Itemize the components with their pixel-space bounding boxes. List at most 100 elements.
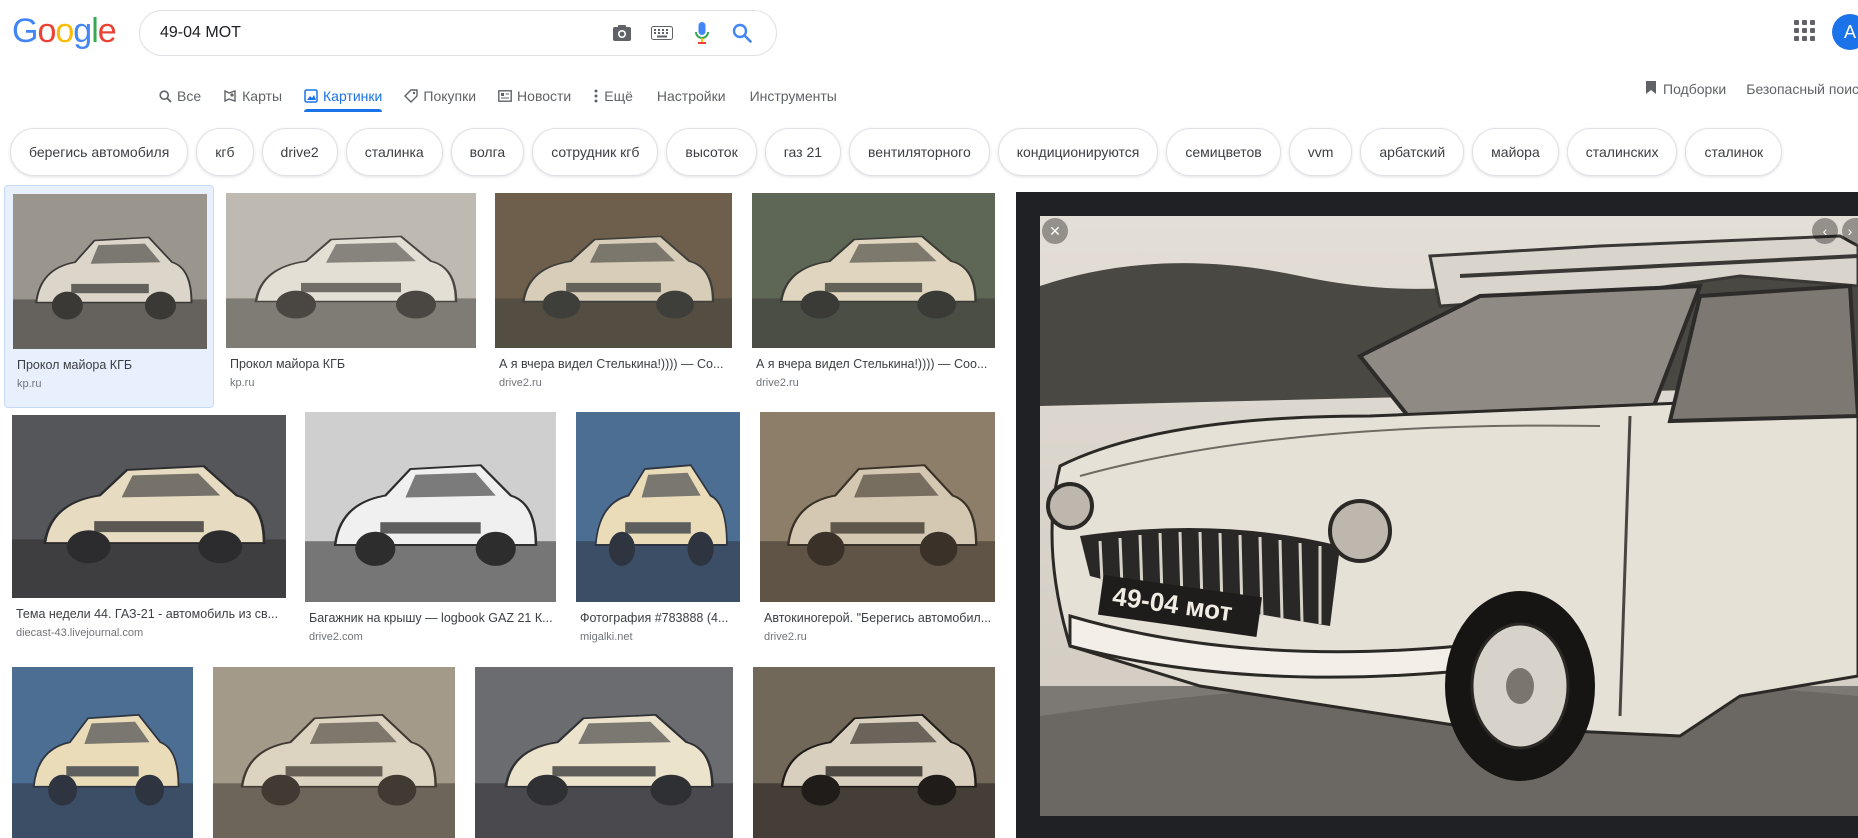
search-icon	[158, 89, 172, 103]
image-result[interactable]: Тема недели 44. ГАЗ-21 - автомобиль из с…	[12, 415, 286, 650]
related-chip[interactable]: drive2	[261, 128, 338, 176]
result-thumbnail[interactable]	[305, 412, 556, 602]
image-result[interactable]: Багажник на крышу — logbook GAZ 21 К... d…	[305, 412, 556, 654]
related-chip[interactable]: вентиляторного	[849, 128, 990, 176]
result-thumbnail[interactable]	[13, 194, 207, 349]
logo-letter: e	[97, 11, 117, 50]
image-result[interactable]: Прокол майора КГБ kp.ru	[226, 193, 476, 400]
result-source[interactable]: migalki.net	[580, 631, 633, 643]
safe-search-label: Безопасный поиск	[1746, 81, 1858, 97]
related-chip[interactable]: кгб	[196, 128, 254, 176]
search-box	[139, 10, 777, 56]
logo-letter: o	[55, 11, 74, 50]
tab-news[interactable]: Новости	[498, 74, 571, 112]
result-thumbnail[interactable]	[12, 667, 193, 838]
result-thumbnail[interactable]	[213, 667, 455, 838]
image-result[interactable]	[12, 667, 193, 838]
result-title[interactable]: Прокол майора КГБ	[230, 357, 474, 371]
tools-label: Инструменты	[749, 88, 837, 104]
keyboard-icon[interactable]	[642, 13, 682, 53]
related-chip[interactable]: сталинка	[345, 128, 443, 176]
avatar-initial: A	[1843, 21, 1856, 42]
related-chip[interactable]: высоток	[666, 128, 757, 176]
close-icon[interactable]: ✕	[1042, 218, 1068, 244]
image-result[interactable]	[753, 667, 995, 838]
microphone-icon[interactable]	[682, 13, 722, 53]
result-source[interactable]: drive2.ru	[499, 377, 542, 389]
result-thumbnail[interactable]	[760, 412, 995, 602]
result-source[interactable]: diecast-43.livejournal.com	[16, 627, 143, 639]
result-title[interactable]: Фотография #783888 (4...	[580, 611, 738, 625]
related-chips: берегись автомобиля кгб drive2 сталинка волг…	[10, 128, 1783, 176]
settings-label: Настройки	[656, 88, 726, 104]
related-chip[interactable]: газ 21	[764, 128, 842, 176]
tab-label: Ещё	[604, 88, 633, 104]
image-result[interactable]: Прокол майора КГБ kp.ru	[4, 185, 214, 408]
result-title[interactable]: Тема недели 44. ГАЗ-21 - автомобиль из с…	[16, 607, 284, 621]
google-logo[interactable]: Google	[12, 11, 117, 50]
related-chip[interactable]: сталинок	[1685, 128, 1783, 176]
result-thumbnail[interactable]	[753, 667, 995, 838]
settings-link[interactable]: Настройки	[657, 74, 726, 112]
related-chip[interactable]: сотрудник кгб	[532, 128, 659, 176]
tab-label: Картинки	[323, 88, 383, 104]
result-source[interactable]: kp.ru	[230, 377, 254, 389]
result-thumbnail[interactable]	[12, 415, 286, 598]
result-source[interactable]: drive2.com	[309, 631, 363, 643]
tab-label: Новости	[517, 88, 572, 104]
search-submit-icon[interactable]	[722, 13, 762, 53]
image-result[interactable]: А я вчера видел Стелькина!)))) — Соо... d…	[752, 193, 995, 400]
tab-label: Карты	[242, 88, 283, 104]
collections-label: Подборки	[1663, 81, 1727, 97]
logo-letter: g	[73, 11, 92, 50]
result-thumbnail[interactable]	[226, 193, 476, 348]
related-chip[interactable]: майора	[1472, 128, 1559, 176]
related-chip[interactable]: арбатский	[1360, 128, 1465, 176]
preview-image[interactable]: 49-04 мот	[1040, 216, 1858, 816]
result-source[interactable]: kp.ru	[17, 378, 41, 390]
tab-maps[interactable]: Карты	[223, 74, 282, 112]
apps-grid-icon[interactable]	[1792, 18, 1816, 42]
tag-icon	[404, 89, 419, 103]
related-chip[interactable]: кондиционируются	[997, 128, 1159, 176]
result-thumbnail[interactable]	[475, 667, 733, 838]
result-thumbnail[interactable]	[576, 412, 740, 602]
previous-icon[interactable]: ‹	[1812, 218, 1838, 244]
related-chip[interactable]: семицветов	[1166, 128, 1281, 176]
search-input[interactable]	[160, 24, 602, 42]
image-result[interactable]: Фотография #783888 (4... migalki.net	[576, 412, 740, 654]
result-source[interactable]: drive2.ru	[764, 631, 807, 643]
tab-all[interactable]: Все	[158, 74, 201, 112]
tab-shopping[interactable]: Покупки	[404, 74, 476, 112]
image-result[interactable]: Автокиногерой. "Берегись автомобил... dri…	[760, 412, 995, 654]
map-icon	[223, 89, 237, 103]
result-title[interactable]: А я вчера видел Стелькина!)))) — Со...	[499, 357, 730, 371]
result-thumbnail[interactable]	[752, 193, 995, 348]
logo-letter: o	[37, 11, 56, 50]
result-title[interactable]: Багажник на крышу — logbook GAZ 21 К...	[309, 611, 554, 625]
camera-icon[interactable]	[602, 13, 642, 53]
tab-label: Все	[177, 88, 202, 104]
related-chip[interactable]: vvm	[1288, 128, 1353, 176]
tab-more[interactable]: Ещё	[593, 74, 633, 112]
related-chip[interactable]: волга	[450, 128, 525, 176]
result-title[interactable]: А я вчера видел Стелькина!)))) — Соо...	[756, 357, 993, 371]
result-title[interactable]: Прокол майора КГБ	[17, 358, 205, 372]
more-vert-icon	[593, 89, 599, 103]
result-thumbnail[interactable]	[495, 193, 732, 348]
preview-panel: 49-04 мот ✕ ‹ ›	[1016, 192, 1858, 838]
collections-link[interactable]: Подборки	[1645, 80, 1726, 98]
result-title[interactable]: Автокиногерой. "Берегись автомобил...	[764, 611, 993, 625]
image-result[interactable]	[213, 667, 455, 838]
right-tools: Подборки Безопасный поиск	[1645, 80, 1858, 98]
image-result[interactable]: А я вчера видел Стелькина!)))) — Со... dr…	[495, 193, 732, 400]
related-chip[interactable]: сталинских	[1566, 128, 1678, 176]
tab-images[interactable]: Картинки	[304, 74, 383, 112]
avatar[interactable]: A	[1832, 14, 1858, 50]
tools-link[interactable]: Инструменты	[750, 74, 837, 112]
related-chip[interactable]: берегись автомобиля	[10, 128, 189, 176]
tab-label: Покупки	[423, 88, 477, 104]
safe-search-link[interactable]: Безопасный поиск	[1746, 80, 1858, 98]
result-source[interactable]: drive2.ru	[756, 377, 799, 389]
image-result[interactable]	[475, 667, 733, 838]
